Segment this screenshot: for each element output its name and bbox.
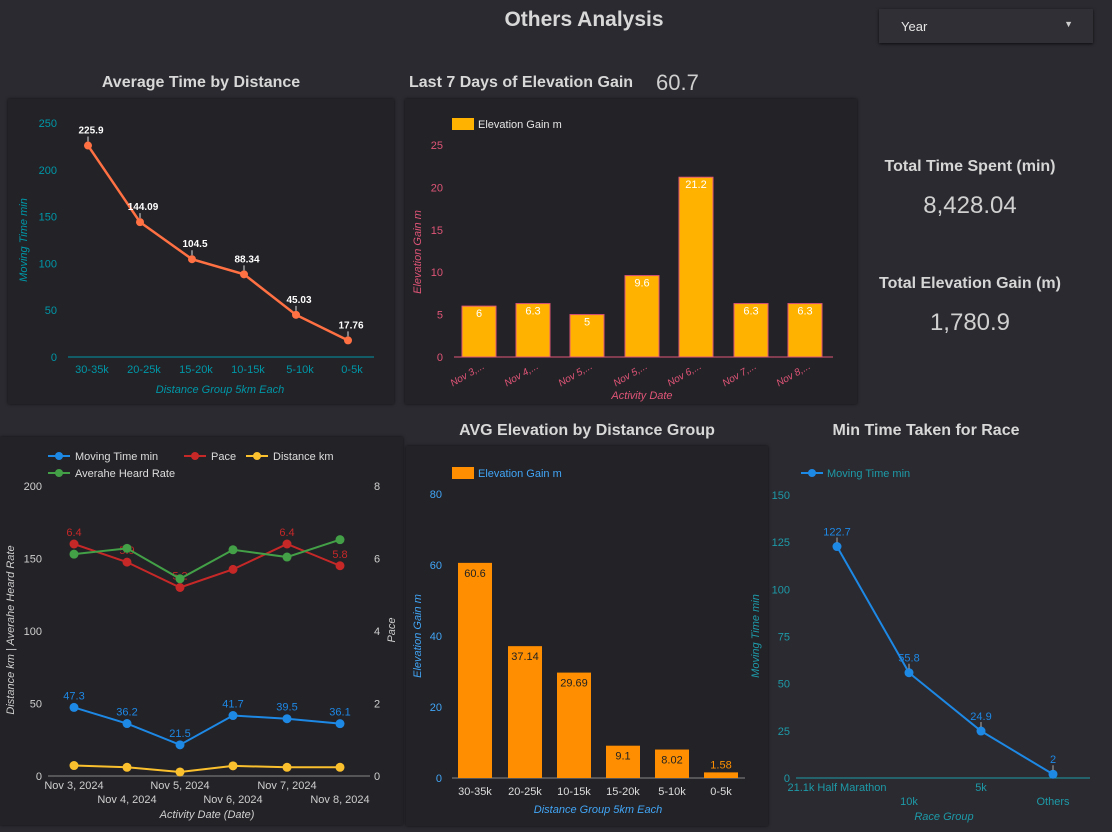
data-label: 55.8 bbox=[898, 653, 919, 665]
x-tick-label: 21.1k Half Marathon bbox=[787, 782, 886, 794]
y-tick-label: 125 bbox=[772, 537, 790, 549]
data-point bbox=[976, 726, 986, 736]
data-label: 122.7 bbox=[823, 527, 851, 539]
data-label: 2 bbox=[1050, 754, 1056, 766]
y-tick-label: 100 bbox=[772, 584, 790, 596]
x-tick-label: Others bbox=[1036, 796, 1070, 808]
legend-label: Moving Time min bbox=[827, 468, 910, 480]
x-axis-title: Race Group bbox=[914, 811, 973, 823]
series-line bbox=[836, 546, 1054, 776]
x-tick-label: 10k bbox=[900, 796, 918, 808]
y-axis-title: Moving Time min bbox=[750, 594, 762, 678]
legend-marker bbox=[808, 469, 816, 477]
y-tick-label: 50 bbox=[778, 679, 790, 691]
y-tick-label: 75 bbox=[778, 632, 790, 644]
data-label: 24.9 bbox=[970, 711, 991, 723]
min-race-chart: Moving Time min0255075100125150122.755.8… bbox=[750, 468, 1090, 823]
data-point bbox=[904, 668, 914, 678]
y-tick-label: 25 bbox=[778, 726, 790, 738]
data-point bbox=[1048, 769, 1058, 779]
data-point bbox=[832, 542, 842, 552]
y-tick-label: 150 bbox=[772, 490, 790, 502]
x-tick-label: 5k bbox=[975, 782, 987, 794]
